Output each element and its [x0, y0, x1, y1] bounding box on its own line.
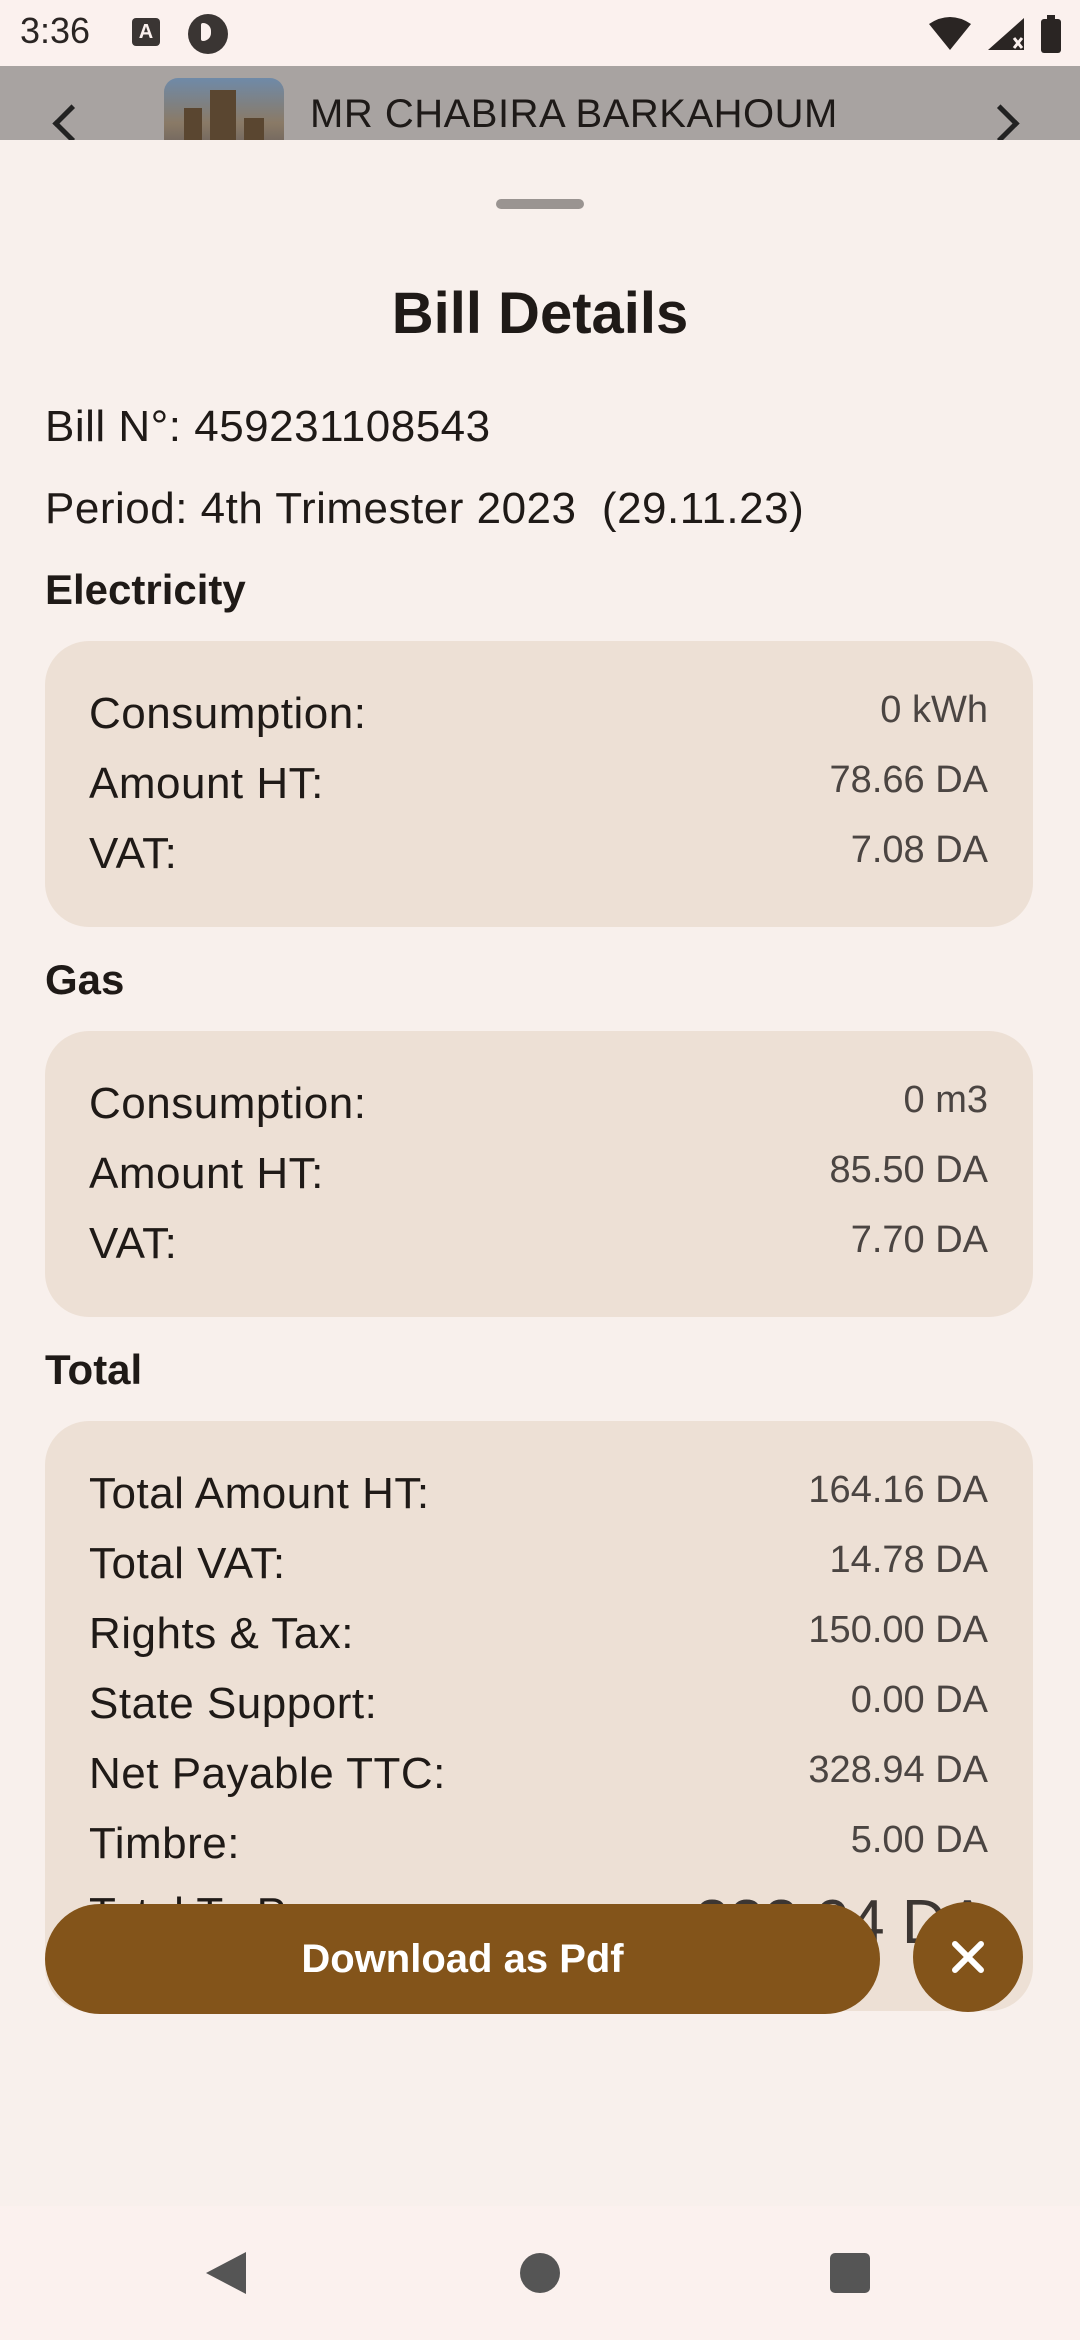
row-label: Rights & Tax: [89, 1609, 354, 1658]
billing-period: Period: 4th Trimester 2023 (29.11.23) [45, 484, 805, 533]
list-item: Total Amount HT: 164.16 DA [89, 1469, 988, 1539]
row-label: Total VAT: [89, 1539, 286, 1588]
list-item: Timbre: 5.00 DA [89, 1819, 988, 1889]
p-notification-icon [188, 14, 228, 54]
bill-details-sheet: Bill Details Bill N°: 459231108543 Perio… [0, 140, 1080, 2206]
electricity-section-label: Electricity [45, 566, 246, 613]
a-notification-icon: A [132, 18, 160, 46]
row-value: 0 m3 [903, 1079, 988, 1121]
system-nav-bar [0, 2206, 1080, 2340]
row-value: 328.94 DA [808, 1749, 988, 1791]
drag-handle[interactable] [496, 199, 584, 209]
list-item: State Support: 0.00 DA [89, 1679, 988, 1749]
gas-section-label: Gas [45, 956, 125, 1003]
status-bar: 3:36 A [0, 0, 1080, 66]
row-label: Consumption: [89, 1079, 367, 1128]
row-label: VAT: [89, 1219, 178, 1268]
row-label: Amount HT: [89, 1149, 324, 1198]
status-right-icons [928, 12, 1062, 56]
list-item: Amount HT: 78.66 DA [89, 759, 988, 829]
row-label: Timbre: [89, 1819, 240, 1868]
list-item: Total VAT: 14.78 DA [89, 1539, 988, 1609]
total-section-label: Total [45, 1346, 143, 1393]
row-value: 0.00 DA [850, 1679, 988, 1721]
gas-card: Consumption: 0 m3 Amount HT: 85.50 DA VA… [45, 1031, 1033, 1317]
status-time: 3:36 [20, 10, 91, 51]
row-value: 150.00 DA [808, 1609, 988, 1651]
row-value: 14.78 DA [829, 1539, 988, 1581]
close-icon [952, 1941, 984, 1973]
previous-chevron-icon[interactable] [52, 104, 91, 140]
customer-name: MR CHABIRA BARKAHOUM [310, 92, 838, 136]
row-label: Net Payable TTC: [89, 1749, 446, 1798]
next-chevron-icon[interactable] [981, 104, 1020, 140]
wifi-icon [929, 17, 971, 50]
list-item: Amount HT: 85.50 DA [89, 1149, 988, 1219]
list-item: Consumption: 0 m3 [89, 1079, 988, 1149]
background-header: MR CHABIRA BARKAHOUM [0, 66, 1080, 140]
download-pdf-button[interactable]: Download as Pdf [45, 1904, 880, 2014]
row-value: 0 kWh [880, 689, 988, 731]
sheet-title: Bill Details [391, 281, 689, 346]
avatar [164, 78, 284, 140]
row-value: 85.50 DA [829, 1149, 988, 1191]
row-label: VAT: [89, 829, 178, 878]
row-label: State Support: [89, 1679, 378, 1728]
row-value: 7.08 DA [850, 829, 988, 871]
close-button[interactable] [913, 1902, 1023, 2012]
row-value: 5.00 DA [850, 1819, 988, 1861]
list-item: Net Payable TTC: 328.94 DA [89, 1749, 988, 1819]
row-label: Amount HT: [89, 759, 324, 808]
recents-icon[interactable] [830, 2253, 870, 2293]
row-label: Total Amount HT: [89, 1469, 430, 1518]
list-item: VAT: 7.08 DA [89, 829, 988, 899]
signal-icon [988, 18, 1024, 50]
row-value: 78.66 DA [829, 759, 988, 801]
electricity-card: Consumption: 0 kWh Amount HT: 78.66 DA V… [45, 641, 1033, 927]
list-item: VAT: 7.70 DA [89, 1219, 988, 1289]
list-item: Consumption: 0 kWh [89, 689, 988, 759]
row-value: 164.16 DA [808, 1469, 988, 1511]
back-icon[interactable] [204, 2250, 248, 2296]
home-icon[interactable] [520, 2253, 560, 2293]
list-item: Rights & Tax: 150.00 DA [89, 1609, 988, 1679]
bill-number: Bill N°: 459231108543 [45, 402, 491, 451]
row-label: Consumption: [89, 689, 367, 738]
row-value: 7.70 DA [850, 1219, 988, 1261]
battery-icon [1041, 15, 1061, 53]
